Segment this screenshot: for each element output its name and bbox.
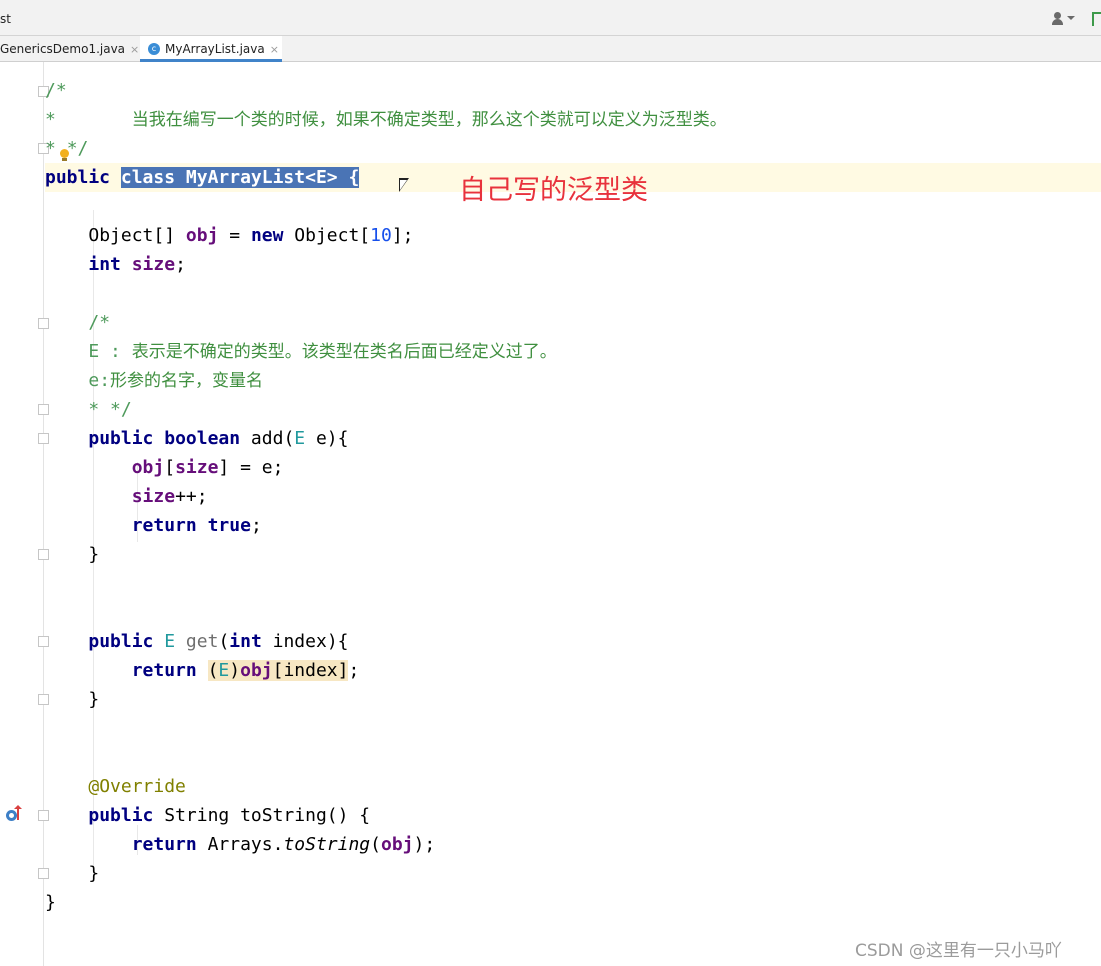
code-line: /* [45,308,1101,337]
code-line: int size; [45,250,1101,279]
code-line: } [45,859,1101,888]
tab-label: MyArrayList.java [165,42,265,56]
tab-myarraylist[interactable]: c MyArrayList.java × [140,36,282,62]
code-line: return Arrays.toString(obj); [45,830,1101,859]
selected-text[interactable]: class MyArrayList<E> { [121,167,359,188]
code-line: } [45,540,1101,569]
code-line: return true; [45,511,1101,540]
watermark: CSDN @这里有一只小马吖 [855,936,1062,961]
project-name: st [0,12,11,26]
vcs-update-icon[interactable] [1092,12,1101,26]
code-line: /* [45,76,1101,105]
code-line: * 当我在编写一个类的时候，如果不确定类型，那么这个类就可以定义为泛型类。 [45,105,1101,134]
code-line: E : 表示是不确定的类型。该类型在类名后面已经定义过了。 [45,337,1101,366]
code-line: * */ [45,134,1101,163]
mouse-cursor-icon [399,178,409,192]
close-icon[interactable]: × [270,43,279,56]
override-arrow-icon [17,808,19,820]
code-line: e:形参的名字，变量名 [45,366,1101,395]
tab-label: GenericsDemo1.java [0,42,125,56]
annotation-label: 自己写的泛型类 [459,168,648,207]
title-bar: st [0,0,1101,36]
code-line: obj[size] = e; [45,453,1101,482]
code-line: return (E)obj[index]; [45,656,1101,685]
code-line: public E get(int index){ [45,627,1101,656]
code-line: } [45,685,1101,714]
editor-gutter [0,62,44,966]
editor-tab-bar: GenericsDemo1.java × c MyArrayList.java × [0,36,1101,62]
class-c-icon: c [148,43,160,55]
code-line: Object[] obj = new Object[10]; [45,221,1101,250]
code-line: public boolean add(E e){ [45,424,1101,453]
code-line: } [45,888,1101,917]
code-line: * */ [45,395,1101,424]
close-icon[interactable]: × [130,43,139,56]
code-line: public String toString() { [45,801,1101,830]
code-line: size++; [45,482,1101,511]
user-account-icon[interactable] [1052,12,1078,26]
highlighted-cast: (E)obj[index] [208,660,349,681]
tab-genericsdemo1[interactable]: GenericsDemo1.java × [0,36,138,62]
code-line: @Override [45,772,1101,801]
override-method-icon[interactable] [6,810,17,821]
